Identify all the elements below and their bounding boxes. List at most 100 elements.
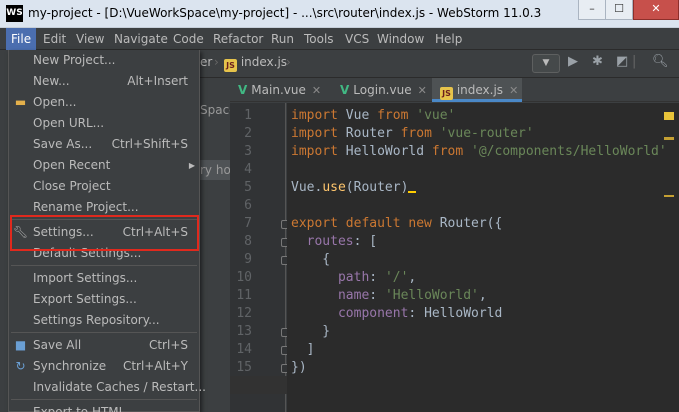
folder-icon: ▬ — [14, 95, 27, 109]
close-tab-icon[interactable]: ✕ — [418, 84, 427, 97]
project-panel — [200, 102, 230, 412]
line-number: 15 — [236, 360, 252, 375]
settings-highlight-box — [10, 215, 199, 251]
breadcrumb-file[interactable]: JS index.js — [224, 55, 287, 72]
code-line: routes: [ — [306, 234, 378, 249]
menu-item-close-project[interactable]: Close Project — [9, 176, 199, 197]
line-number: 9 — [244, 252, 252, 267]
menu-vcs[interactable]: VCS — [340, 28, 374, 50]
code-line: path: '/', — [337, 270, 417, 285]
menu-tools[interactable]: Tools — [299, 28, 339, 50]
menu-item-save-as[interactable]: Save As... Ctrl+Shift+S — [9, 134, 199, 155]
caret-marker — [408, 191, 417, 193]
close-tab-icon[interactable]: ✕ — [509, 84, 518, 97]
inspection-marker[interactable] — [664, 112, 674, 120]
vue-icon: V — [340, 83, 350, 97]
menu-item-open-url[interactable]: Open URL... — [9, 113, 199, 134]
breadcrumb-router[interactable]: er — [200, 55, 212, 69]
save-icon: ■ — [14, 338, 27, 352]
code-line: { — [291, 252, 331, 267]
menu-view[interactable]: View — [71, 28, 109, 50]
menu-run[interactable]: Run — [266, 28, 299, 50]
menu-item-new[interactable]: New... Alt+Insert — [9, 71, 199, 92]
code-line: ] — [291, 342, 315, 357]
menu-item-synchronize[interactable]: ↻ Synchronize Ctrl+Alt+Y — [9, 356, 199, 377]
vue-icon: V — [238, 83, 248, 97]
menu-edit[interactable]: Edit — [38, 28, 71, 50]
menu-item-open-recent[interactable]: Open Recent ▶ — [9, 155, 199, 176]
js-file-icon: JS — [440, 87, 453, 100]
project-tree-item[interactable]: ry hom — [200, 163, 230, 177]
menu-separator — [11, 399, 197, 400]
minimize-icon: – — [589, 2, 595, 15]
menu-file[interactable]: File — [6, 28, 37, 50]
tab-label: Login.vue — [353, 83, 412, 97]
menu-separator — [11, 332, 197, 333]
code-line: import HelloWorld from '@/components/Hel… — [291, 144, 667, 159]
menu-refactor[interactable]: Refactor — [208, 28, 268, 50]
line-number: 14 — [236, 342, 252, 357]
tab-index-js[interactable]: JS index.js ✕ — [432, 78, 522, 102]
menu-item-settings-repository[interactable]: Settings Repository... — [9, 310, 199, 331]
line-number-gutter: 1 2 3 4 5 6 7 8 9 10 11 12 13 14 15 16 — [230, 103, 290, 412]
coverage-icon[interactable]: ◩ — [616, 54, 628, 69]
window-title: my-project - [D:\VueWorkSpace\my-project… — [28, 6, 542, 20]
menu-navigate[interactable]: Navigate — [109, 28, 173, 50]
code-editor[interactable]: import Vue from 'vue' import Router from… — [287, 103, 679, 412]
code-line: name: 'HelloWorld', — [337, 288, 487, 303]
submenu-arrow-icon: ▶ — [188, 161, 195, 170]
code-line: } — [291, 324, 331, 339]
code-line: export default new Router({ — [291, 216, 503, 231]
webstorm-logo-icon: WS — [6, 5, 23, 22]
menu-item-open[interactable]: ▬ Open... — [9, 92, 199, 113]
title-bar: WS my-project - [D:\VueWorkSpace\my-proj… — [0, 0, 679, 28]
breadcrumb-separator: › — [286, 55, 291, 69]
line-number: 10 — [236, 270, 252, 285]
menu-item-invalidate-caches[interactable]: Invalidate Caches / Restart... — [9, 377, 206, 398]
code-line: import Vue from 'vue' — [291, 108, 456, 123]
inspection-marker[interactable] — [664, 137, 674, 140]
run-icon[interactable]: ▶ — [568, 54, 578, 69]
line-number: 12 — [236, 306, 252, 321]
tab-label: index.js — [456, 83, 504, 97]
maximize-button[interactable]: ☐ — [606, 0, 633, 20]
close-button[interactable]: ✕ — [633, 0, 679, 20]
sync-icon: ↻ — [15, 359, 26, 373]
js-file-icon: JS — [224, 59, 237, 72]
menu-item-new-project[interactable]: New Project... — [9, 50, 199, 71]
menu-item-export-settings[interactable]: Export Settings... — [9, 289, 199, 310]
line-number: 1 — [244, 108, 252, 123]
line-number: 3 — [244, 144, 252, 159]
line-number: 5 — [244, 180, 252, 195]
tab-main-vue[interactable]: V Main.vue ✕ — [230, 78, 328, 102]
menu-code[interactable]: Code — [168, 28, 209, 50]
tab-login-vue[interactable]: V Login.vue ✕ — [332, 78, 432, 102]
run-config-dropdown[interactable]: ▼ — [532, 54, 560, 73]
menu-item-save-all[interactable]: ■ Save All Ctrl+S — [9, 335, 199, 356]
breadcrumb-separator: › — [214, 55, 219, 69]
maximize-icon: ☐ — [614, 2, 624, 15]
tab-label: Main.vue — [251, 83, 306, 97]
menu-item-export-html[interactable]: Export to HTML... — [9, 402, 199, 412]
code-line: }) — [291, 360, 307, 375]
inspection-marker[interactable] — [664, 195, 674, 197]
line-number: 7 — [244, 216, 252, 231]
debug-icon[interactable]: ✱ — [592, 54, 603, 69]
menu-item-import-settings[interactable]: Import Settings... — [9, 268, 199, 289]
line-number: 8 — [244, 234, 252, 249]
code-line: Vue.use(Router) — [291, 179, 417, 197]
project-tree-item[interactable]: Space — [200, 103, 230, 117]
chevron-down-icon: ▼ — [542, 58, 550, 68]
close-tab-icon[interactable]: ✕ — [312, 84, 321, 97]
search-icon[interactable]: 🔍︎ — [652, 54, 669, 69]
menu-window[interactable]: Window — [372, 28, 429, 50]
menu-help[interactable]: Help — [430, 28, 467, 50]
code-line: import Router from 'vue-router' — [291, 126, 534, 141]
minimize-button[interactable]: – — [578, 0, 606, 20]
line-number: 4 — [244, 162, 252, 177]
navigation-bar: er › JS index.js › ▼ ▶ ✱ ◩ | 🔍︎ — [200, 50, 679, 78]
toolbar-separator: | — [632, 54, 637, 69]
editor-tabs: V Main.vue ✕ V Login.vue ✕ JS index.js ✕ — [230, 78, 679, 102]
close-icon: ✕ — [651, 2, 661, 15]
line-number: 6 — [244, 198, 252, 213]
